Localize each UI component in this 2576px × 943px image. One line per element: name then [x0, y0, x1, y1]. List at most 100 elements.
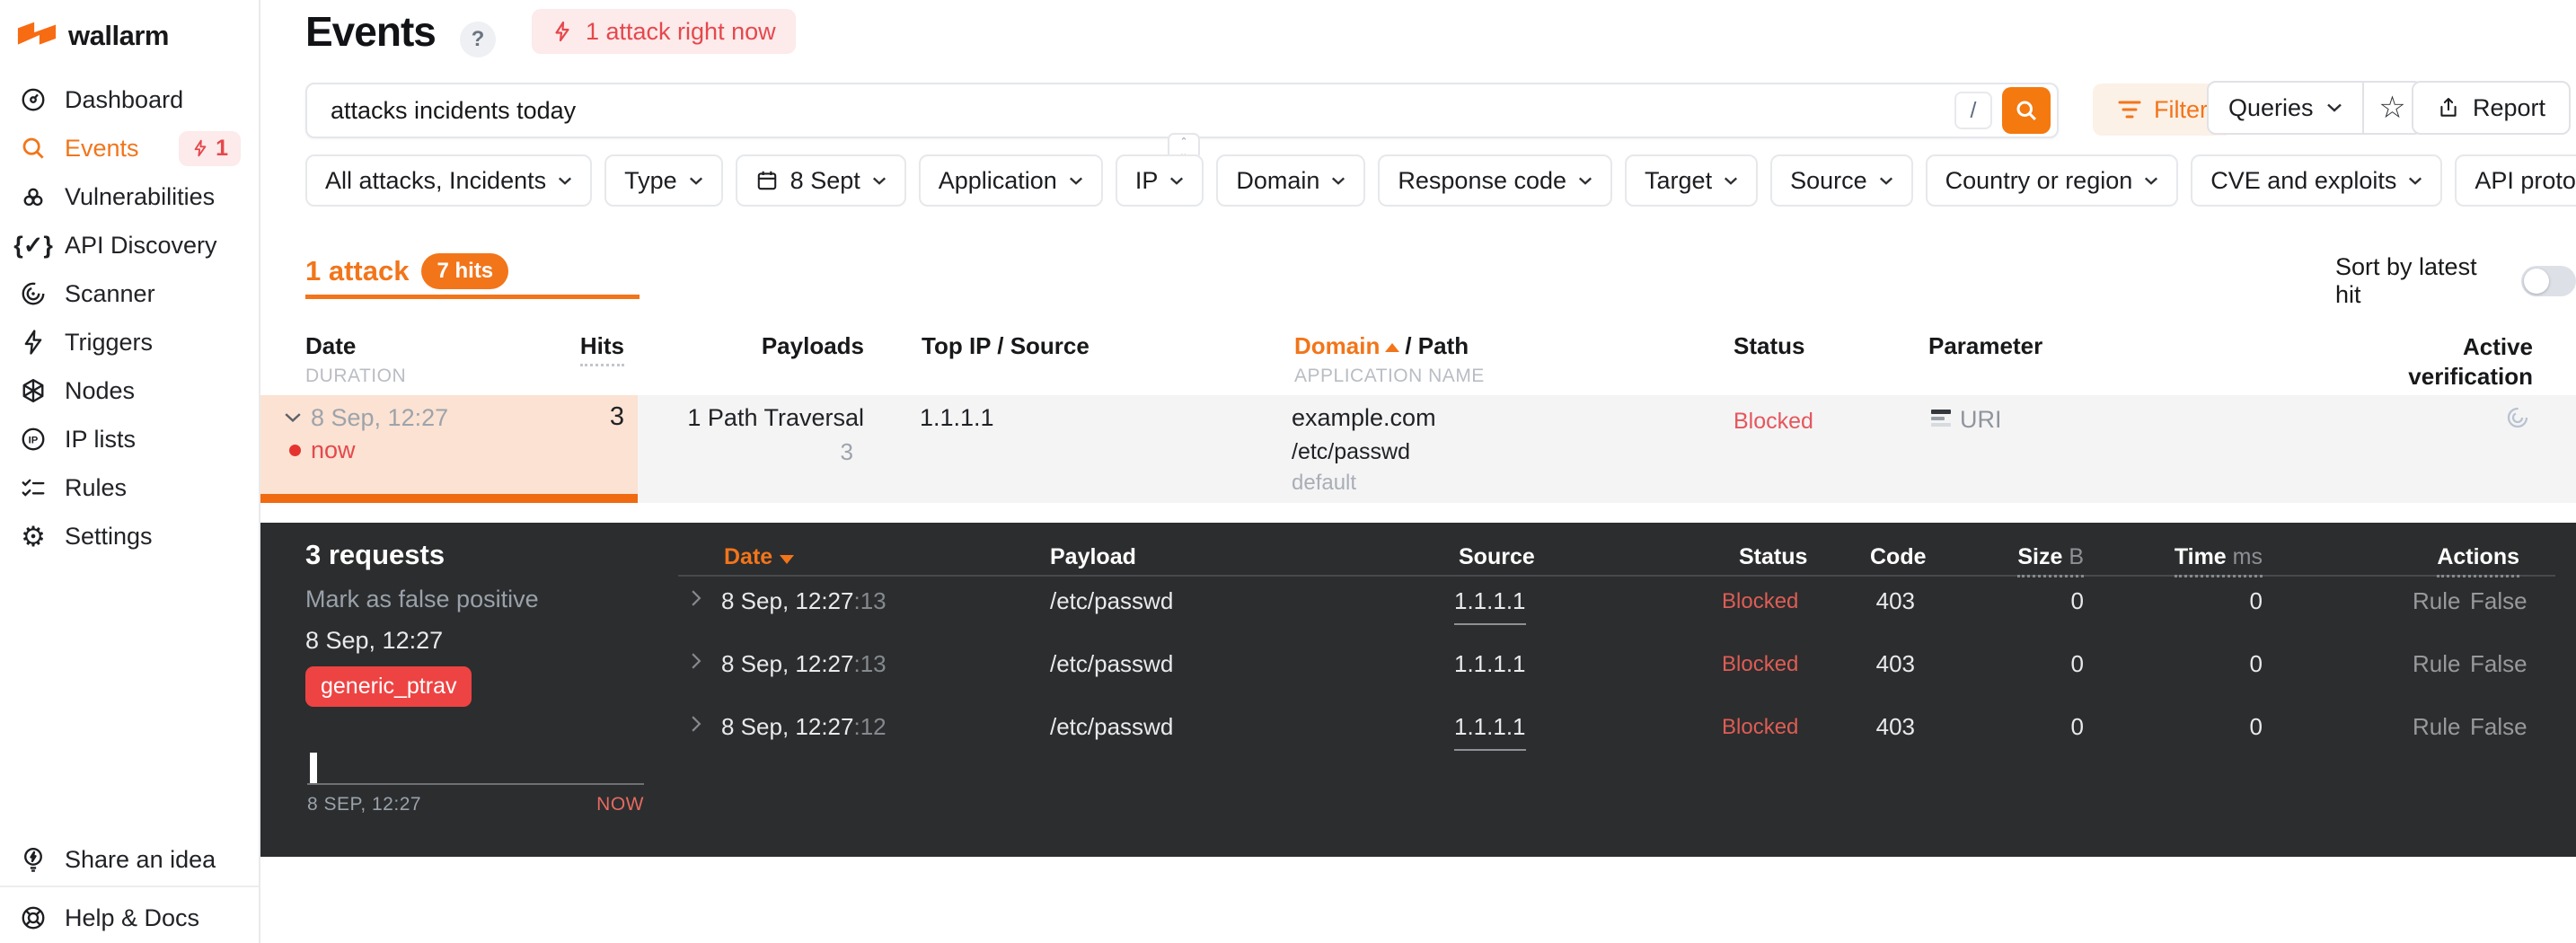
sidebar-item-api-discovery[interactable]: {✓} API Discovery — [0, 221, 259, 269]
request-rule-action[interactable]: Rule — [2413, 587, 2460, 615]
attack-parameter: URI — [1960, 406, 2002, 433]
request-source[interactable]: 1.1.1.1 — [1454, 650, 1526, 678]
attack-top-ip[interactable]: 1.1.1.1 — [920, 404, 994, 432]
filter-chip-type[interactable]: Type — [604, 154, 723, 207]
detail-col-date[interactable]: Date — [724, 544, 795, 570]
request-payload: /etc/passwd — [1050, 587, 1174, 614]
attack-tag-badge[interactable]: generic_ptrav — [305, 666, 472, 707]
detail-col-code: Code — [1870, 544, 1927, 569]
sidebar-item-label: API Discovery — [65, 231, 217, 259]
report-button[interactable]: Report — [2412, 81, 2572, 135]
filter-chip-attacks-incidents[interactable]: All attacks, Incidents — [305, 154, 593, 207]
request-source[interactable]: 1.1.1.1 — [1454, 713, 1526, 751]
wallarm-logo-icon — [17, 22, 57, 45]
chevron-down-icon — [1579, 177, 1592, 185]
filter-chip-response-code[interactable]: Response code — [1378, 154, 1613, 207]
col-subheader-app-name: APPLICATION NAME — [1294, 366, 1485, 386]
chevron-right-icon[interactable] — [690, 652, 702, 670]
request-code: 403 — [1875, 713, 1915, 740]
wallarm-logo[interactable]: wallarm — [16, 20, 169, 52]
detail-col-time[interactable]: Time ms — [2151, 544, 2263, 577]
chevron-down-icon — [2409, 177, 2422, 185]
events-attack-count-badge: 1 — [179, 130, 241, 166]
col-header-domain-path[interactable]: Domain / Path — [1294, 332, 1469, 360]
filter-chip-date[interactable]: 8 Sept — [735, 154, 906, 207]
sidebar-item-label: Triggers — [65, 328, 154, 356]
attack-alert-badge[interactable]: 1 attack right now — [532, 9, 796, 54]
sidebar-item-help-docs[interactable]: Help & Docs — [0, 894, 259, 942]
sidebar-item-label: Scanner — [65, 279, 155, 307]
trigger-lightning-icon — [18, 329, 49, 356]
filter-chip-cve[interactable]: CVE and exploits — [2191, 154, 2443, 207]
attack-row[interactable]: 8 Sep, 12:27 now 3 1 Path Traversal 3 1.… — [260, 395, 2576, 503]
request-false-action[interactable]: False — [2470, 650, 2527, 678]
request-status: Blocked — [1722, 652, 1799, 676]
filter-chip-application[interactable]: Application — [918, 154, 1103, 207]
chevron-down-icon — [2326, 103, 2342, 112]
chevron-down-icon — [2145, 177, 2158, 185]
attack-duration: now — [311, 436, 356, 463]
timeline-start-label: 8 SEP, 12:27 — [307, 794, 422, 815]
search-input[interactable] — [307, 84, 1969, 137]
export-icon — [2440, 98, 2457, 117]
filter-chip-api-protocols[interactable]: API protocols — [2455, 154, 2576, 207]
sidebar-item-events[interactable]: Events 1 — [0, 124, 259, 172]
chevron-down-icon — [1332, 177, 1345, 185]
sidebar-item-label: Settings — [65, 522, 153, 550]
request-false-action[interactable]: False — [2470, 713, 2527, 741]
sort-toggle[interactable] — [2521, 266, 2576, 296]
help-icon[interactable]: ? — [460, 22, 496, 57]
sidebar-item-settings[interactable]: ⚙ Settings — [0, 512, 259, 560]
col-header-payloads: Payloads — [761, 332, 864, 359]
queries-button[interactable]: Queries — [2207, 81, 2364, 135]
request-source[interactable]: 1.1.1.1 — [1454, 587, 1526, 625]
request-rule-action[interactable]: Rule — [2413, 713, 2460, 741]
filter-chip-target[interactable]: Target — [1625, 154, 1759, 207]
sidebar-item-ip-lists[interactable]: IP IP lists — [0, 415, 259, 463]
detail-col-status: Status — [1739, 544, 1808, 569]
sidebar-item-rules[interactable]: Rules — [0, 463, 259, 512]
lightning-icon — [194, 139, 207, 157]
detail-col-actions[interactable]: Actions — [2421, 544, 2519, 577]
sidebar-item-scanner[interactable]: Scanner — [0, 269, 259, 318]
request-time: 0 — [2249, 713, 2263, 740]
sidebar-item-triggers[interactable]: Triggers — [0, 318, 259, 366]
filter-icon — [2118, 101, 2141, 119]
timeline-now-label: NOW — [596, 794, 644, 815]
sidebar-item-label: IP lists — [65, 425, 137, 453]
idea-bulb-icon — [18, 846, 49, 873]
filter-chip-ip[interactable]: IP — [1115, 154, 1204, 207]
request-status: Blocked — [1722, 589, 1799, 613]
search-button[interactable] — [2002, 87, 2051, 134]
request-size: 0 — [2070, 713, 2084, 740]
chevron-down-icon — [559, 177, 572, 185]
filter-chip-source[interactable]: Source — [1770, 154, 1913, 207]
request-time: 0 — [2249, 587, 2263, 614]
scanner-icon — [18, 280, 49, 307]
sidebar-item-dashboard[interactable]: Dashboard — [0, 75, 259, 124]
mark-false-positive-link[interactable]: Mark as false positive — [305, 586, 539, 613]
request-payload: /etc/passwd — [1050, 713, 1174, 740]
request-date: 8 Sep, 12:27 — [721, 587, 854, 614]
filter-chips: All attacks, Incidents Type 8 Sept Appli… — [305, 154, 2576, 207]
attack-domain: example.com — [1292, 404, 1436, 431]
filter-chip-country[interactable]: Country or region — [1925, 154, 2179, 207]
filter-chip-domain[interactable]: Domain — [1216, 154, 1366, 207]
chevron-down-icon — [285, 413, 301, 423]
request-rule-action[interactable]: Rule — [2413, 650, 2460, 678]
sidebar-item-share-idea[interactable]: Share an idea — [0, 835, 259, 884]
col-header-hits[interactable]: Hits — [503, 332, 624, 366]
chevron-right-icon[interactable] — [690, 589, 702, 607]
request-false-action[interactable]: False — [2470, 587, 2527, 615]
request-code: 403 — [1875, 587, 1915, 614]
sidebar-item-vulnerabilities[interactable]: Vulnerabilities — [0, 172, 259, 221]
page-title: Events — [305, 8, 437, 55]
detail-col-size[interactable]: Size B — [1994, 544, 2084, 577]
sidebar-divider — [0, 886, 259, 887]
brand-name: wallarm — [68, 20, 169, 51]
sidebar-item-nodes[interactable]: Nodes — [0, 366, 259, 415]
chevron-right-icon[interactable] — [690, 715, 702, 733]
active-verification-icon[interactable] — [2504, 404, 2531, 431]
sidebar-item-label: Rules — [65, 473, 128, 501]
tab-attacks[interactable]: 1 attack 7 hits — [305, 253, 509, 289]
